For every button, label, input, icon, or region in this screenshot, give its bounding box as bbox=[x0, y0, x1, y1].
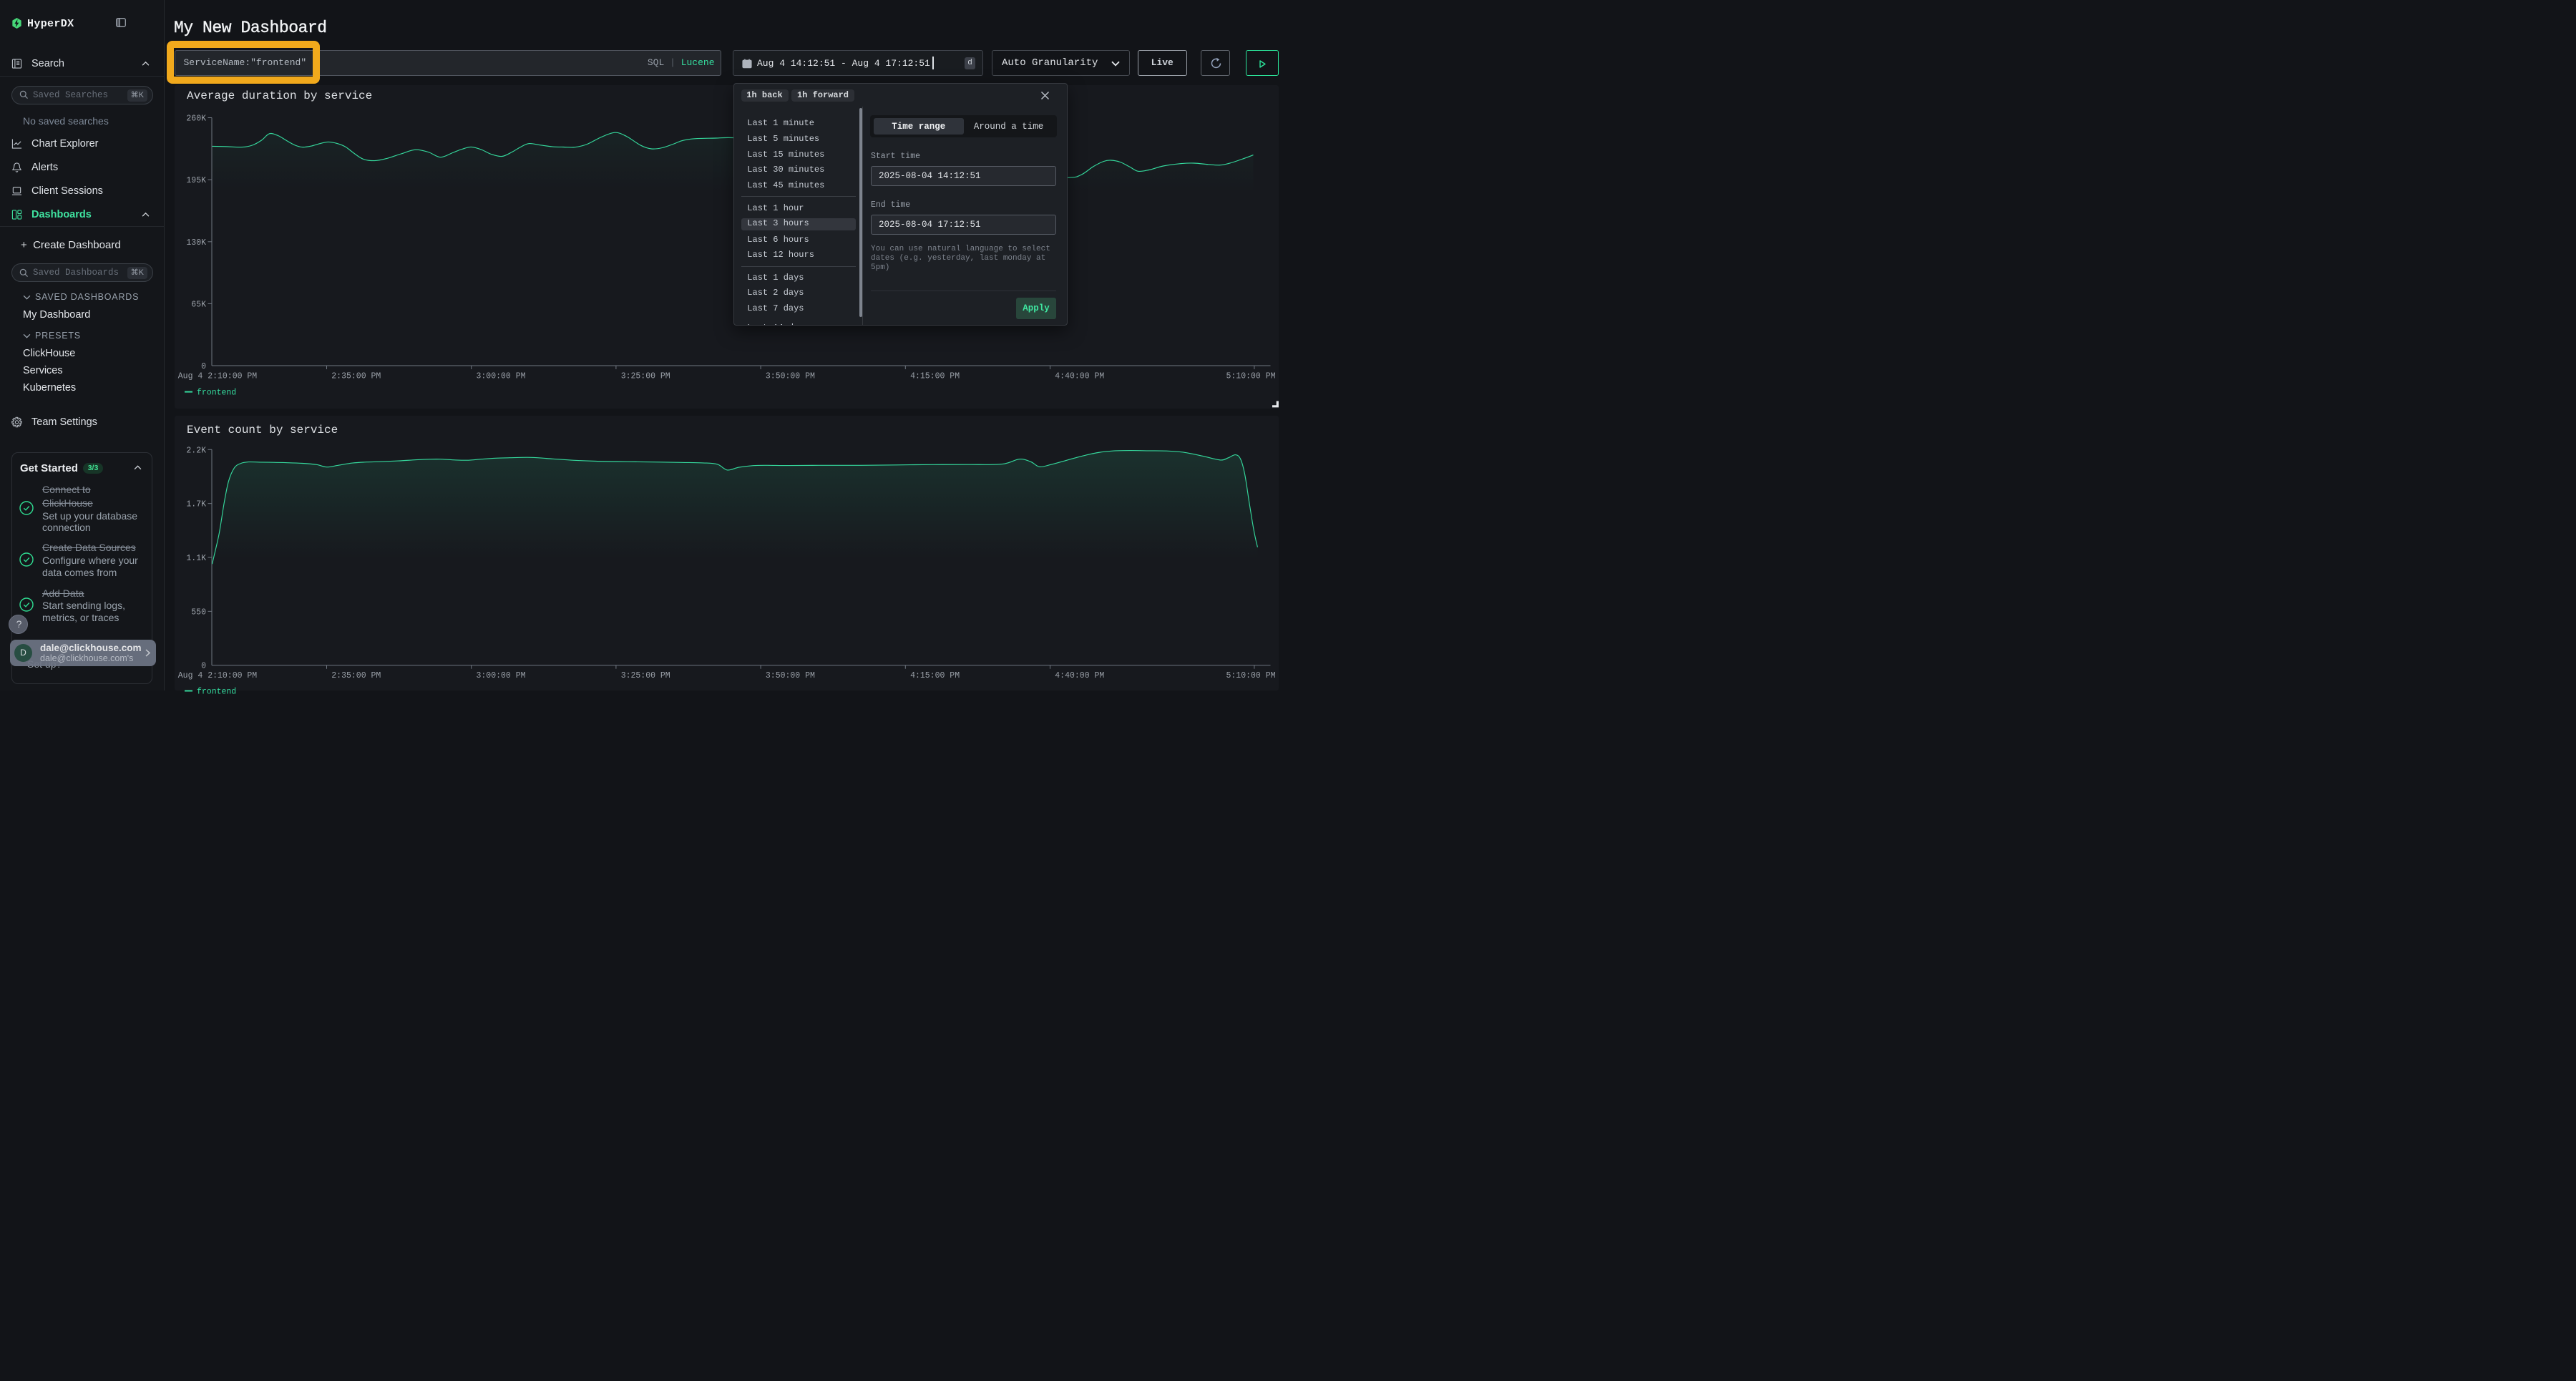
svg-text:frontend: frontend bbox=[197, 687, 236, 696]
svg-text:3:50:00 PM: 3:50:00 PM bbox=[765, 372, 814, 381]
svg-text:260K: 260K bbox=[186, 114, 206, 124]
svg-text:3:25:00 PM: 3:25:00 PM bbox=[620, 372, 670, 381]
svg-text:2:35:00 PM: 2:35:00 PM bbox=[331, 372, 381, 381]
svg-text:130K: 130K bbox=[186, 238, 206, 248]
svg-text:4:40:00 PM: 4:40:00 PM bbox=[1055, 372, 1104, 381]
svg-text:frontend: frontend bbox=[197, 389, 236, 398]
svg-text:4:15:00 PM: 4:15:00 PM bbox=[910, 671, 960, 680]
svg-text:1.1K: 1.1K bbox=[186, 554, 206, 563]
svg-text:3:00:00 PM: 3:00:00 PM bbox=[476, 671, 525, 680]
svg-text:2:35:00 PM: 2:35:00 PM bbox=[331, 671, 381, 680]
svg-text:5:10:00 PM: 5:10:00 PM bbox=[1226, 671, 1275, 680]
svg-text:3:50:00 PM: 3:50:00 PM bbox=[765, 671, 814, 680]
svg-text:550: 550 bbox=[191, 607, 206, 617]
svg-text:2.2K: 2.2K bbox=[186, 446, 206, 455]
svg-text:0: 0 bbox=[201, 362, 206, 371]
svg-text:4:40:00 PM: 4:40:00 PM bbox=[1055, 671, 1104, 680]
svg-text:Aug 4 2:10:00 PM: Aug 4 2:10:00 PM bbox=[177, 372, 257, 381]
svg-text:3:00:00 PM: 3:00:00 PM bbox=[476, 372, 525, 381]
svg-text:0: 0 bbox=[201, 661, 206, 670]
svg-text:65K: 65K bbox=[191, 300, 206, 309]
svg-text:1.7K: 1.7K bbox=[186, 499, 206, 509]
svg-text:Aug 4 2:10:00 PM: Aug 4 2:10:00 PM bbox=[177, 671, 257, 680]
svg-text:5:10:00 PM: 5:10:00 PM bbox=[1226, 372, 1275, 381]
svg-text:4:15:00 PM: 4:15:00 PM bbox=[910, 372, 960, 381]
svg-text:195K: 195K bbox=[186, 176, 206, 185]
svg-text:3:25:00 PM: 3:25:00 PM bbox=[620, 671, 670, 680]
